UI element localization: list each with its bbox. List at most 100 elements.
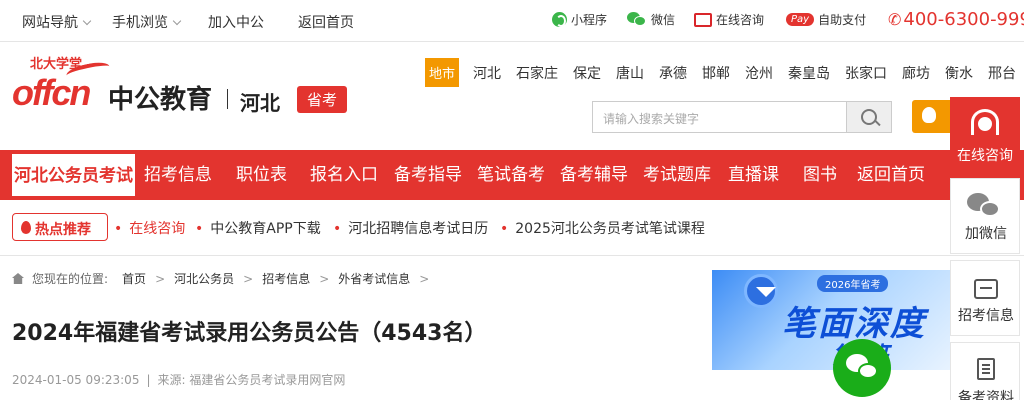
nav-item-written-prep[interactable]: 笔试备考 (477, 150, 545, 200)
site-nav-label: 网站导航 (22, 15, 78, 31)
pay-icon: Pay (786, 13, 815, 26)
chevron-down-icon (172, 16, 182, 26)
exam-type-badge: 省考 (297, 86, 348, 113)
nav-item-live[interactable]: 直播课 (728, 150, 779, 200)
miniapp-link[interactable]: 小程序 (552, 11, 607, 28)
site-nav-menu[interactable]: 网站导航 (22, 12, 92, 32)
nav-item-tutoring[interactable]: 备考辅导 (560, 150, 628, 200)
selfpay-link[interactable]: Pay 自助支付 (786, 11, 866, 28)
headset-icon (971, 109, 999, 135)
breadcrumb: 您现在的位置: 首页 > 河北公务员 > 招考信息 > 外省考试信息 > (12, 270, 438, 287)
side-wechat-button[interactable]: 加微信 (950, 178, 1020, 254)
hot-badge-label: 热点推荐 (35, 222, 91, 238)
document-icon (977, 358, 995, 380)
side-consult-button[interactable]: 在线咨询 (950, 97, 1020, 175)
side-info-button[interactable]: 招考信息 (950, 260, 1020, 336)
city-link[interactable]: 秦皇岛 (788, 63, 830, 83)
logo-region: 河北 (240, 91, 280, 115)
side-info-label: 招考信息 (958, 308, 1014, 324)
top-utility-bar: 网站导航 手机浏览 加入中公 返回首页 小程序 微信 在线咨询 Pay 自助支付… (0, 0, 1024, 42)
logo-divider (227, 89, 228, 109)
side-wechat-label: 加微信 (965, 226, 1007, 242)
phone-icon: ✆ (888, 10, 902, 29)
selfpay-label: 自助支付 (818, 13, 867, 27)
home-link[interactable]: 返回首页 (298, 12, 354, 32)
nav-item-position-table[interactable]: 职位表 (236, 150, 287, 200)
city-link[interactable]: 河北 (473, 63, 501, 83)
article-date: 2024-01-05 09:23:05 (12, 373, 140, 387)
mobile-browse-menu[interactable]: 手机浏览 (112, 12, 182, 32)
article-title: 2024年福建省考试录用公务员公告（4543名） (12, 321, 487, 346)
play-icon (744, 274, 778, 308)
mobile-browse-label: 手机浏览 (112, 15, 168, 31)
side-material-label: 备考资料 (958, 390, 1014, 400)
logo-brand-cn: 中公教育 (108, 85, 213, 115)
city-link[interactable]: 衡水 (945, 63, 973, 83)
nav-item-prep-guide[interactable]: 备考指导 (394, 150, 462, 200)
breadcrumb-separator: > (319, 271, 330, 286)
city-link[interactable]: 邢台 (988, 63, 1016, 83)
hot-recommend-bar: 热点推荐 在线咨询 中公教育APP下载 河北招聘信息考试日历 2025河北公务员… (0, 200, 1024, 256)
city-link[interactable]: 沧州 (745, 63, 773, 83)
breadcrumb-link[interactable]: 首页 (122, 270, 146, 287)
hot-link[interactable]: 2025河北公务员考试笔试课程 (500, 218, 705, 238)
wechat-label: 微信 (651, 13, 676, 27)
banner-tag: 2026年省考 (817, 275, 889, 292)
breadcrumb-label: 您现在的位置: (32, 272, 109, 286)
miniapp-icon (552, 12, 567, 27)
side-consult-label: 在线咨询 (957, 148, 1013, 164)
nav-item-recruit-info[interactable]: 招考信息 (144, 150, 212, 200)
source-label: 来源: (157, 373, 186, 387)
consult-link[interactable]: 在线咨询 (694, 10, 765, 28)
nav-item-register[interactable]: 报名入口 (310, 150, 378, 200)
miniapp-label: 小程序 (571, 13, 608, 27)
breadcrumb-separator: > (243, 271, 254, 286)
breadcrumb-link[interactable]: 河北公务员 (174, 270, 234, 287)
site-logo[interactable]: 北大学堂 offcn 中公教育 河北 省考 (12, 52, 352, 118)
city-list: 地市 河北 石家庄 保定 唐山 承德 邯郸 沧州 秦皇岛 张家口 廊坊 衡水 邢… (425, 58, 1024, 87)
breadcrumb-link[interactable]: 招考信息 (262, 270, 310, 287)
side-float-panel: 在线咨询 加微信 招考信息 备考资料 (950, 97, 1020, 400)
city-tag: 地市 (425, 58, 460, 87)
breadcrumb-link[interactable]: 外省考试信息 (338, 270, 410, 287)
promo-banner[interactable]: 2026年省考 笔面深度 第 班 (712, 270, 950, 370)
main-nav: 河北公务员考试 招考信息 职位表 报名入口 备考指导 笔试备考 备考辅导 考试题… (0, 150, 1024, 200)
hot-link[interactable]: 中公教育APP下载 (195, 218, 320, 238)
message-icon (974, 279, 998, 299)
flame-icon (21, 221, 31, 234)
wechat-link[interactable]: 微信 (627, 11, 675, 28)
nav-item-back-home[interactable]: 返回首页 (857, 150, 925, 200)
chevron-down-icon (82, 16, 92, 26)
search-input[interactable]: 请输入搜索关键字 (592, 101, 846, 133)
hotline-number: 400-6300-999 (903, 9, 1024, 30)
city-link[interactable]: 唐山 (616, 63, 644, 83)
nav-item-question-bank[interactable]: 考试题库 (643, 150, 711, 200)
article-source: 福建省公务员考试录用网官网 (189, 373, 346, 387)
wechat-icon (967, 193, 1005, 221)
chat-icon (694, 10, 712, 27)
nav-item-books[interactable]: 图书 (803, 150, 837, 200)
city-link[interactable]: 廊坊 (902, 63, 930, 83)
consult-label: 在线咨询 (716, 13, 765, 27)
hotline[interactable]: ✆ 400-6300-999 (888, 9, 1024, 30)
breadcrumb-separator: > (419, 271, 430, 286)
hot-link[interactable]: 在线咨询 (114, 218, 185, 238)
wechat-icon (627, 12, 647, 27)
wechat-float-button[interactable] (833, 339, 891, 397)
hot-link[interactable]: 河北招聘信息考试日历 (333, 218, 488, 238)
city-link[interactable]: 承德 (659, 63, 687, 83)
qq-consult-button[interactable] (912, 100, 952, 133)
search-button[interactable] (846, 101, 892, 133)
logo-brand-en: offcn (12, 72, 91, 113)
side-material-button[interactable]: 备考资料 (950, 342, 1020, 400)
home-icon (12, 273, 24, 284)
join-link[interactable]: 加入中公 (208, 12, 264, 32)
breadcrumb-separator: > (155, 271, 166, 286)
nav-item-home-exam[interactable]: 河北公务员考试 (12, 154, 135, 196)
city-link[interactable]: 张家口 (845, 63, 887, 83)
article-meta: 2024-01-05 09:23:05 | 来源: 福建省公务员考试录用网官网 (12, 373, 346, 387)
hot-badge: 热点推荐 (12, 213, 108, 241)
city-link[interactable]: 邯郸 (702, 63, 730, 83)
city-link[interactable]: 石家庄 (516, 63, 558, 83)
city-link[interactable]: 保定 (573, 63, 601, 83)
